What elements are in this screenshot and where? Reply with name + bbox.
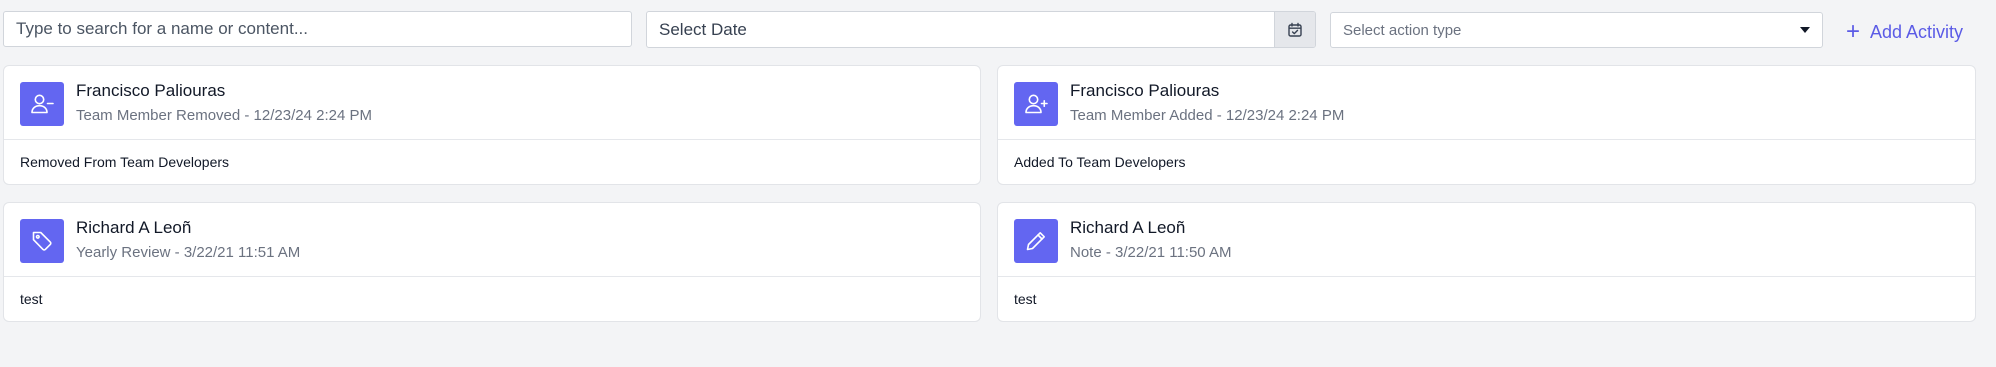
add-activity-button[interactable]: + Add Activity — [1846, 20, 1963, 44]
search-input[interactable] — [4, 12, 631, 46]
activity-body: Removed From Team Developers — [20, 154, 230, 170]
pencil-icon — [1014, 219, 1058, 263]
actor-name: Francisco Paliouras — [76, 81, 226, 100]
user-minus-icon — [20, 82, 64, 126]
activity-card: Francisco Paliouras Team Member Removed … — [3, 65, 981, 185]
actor-name: Richard A Leoñ — [76, 218, 192, 237]
activity-card-header: Richard A Leoñ Yearly Review - 3/22/21 1… — [4, 203, 980, 277]
user-plus-icon — [1014, 82, 1058, 126]
activity-card: Francisco Paliouras Team Member Added - … — [997, 65, 1976, 185]
action-type-placeholder: Select action type — [1343, 21, 1462, 39]
calendar-check-icon — [1288, 22, 1302, 37]
activity-meta: Team Member Added - 12/23/24 2:24 PM — [1070, 107, 1345, 124]
filter-bar: Select action type + Add Activity — [0, 0, 1996, 60]
activity-card-header: Francisco Paliouras Team Member Removed … — [4, 66, 980, 140]
activity-meta: Yearly Review - 3/22/21 11:51 AM — [76, 244, 301, 261]
activity-card: Richard A Leoñ Yearly Review - 3/22/21 1… — [3, 202, 981, 322]
search-box — [3, 11, 632, 47]
date-picker — [646, 11, 1316, 48]
activity-card: Richard A Leoñ Note - 3/22/21 11:50 AM t… — [997, 202, 1976, 322]
plus-icon: + — [1846, 18, 1861, 45]
activity-body: test — [20, 291, 43, 307]
actor-name: Francisco Paliouras — [1070, 81, 1220, 100]
date-input[interactable] — [647, 12, 1274, 47]
add-activity-label: Add Activity — [1870, 21, 1964, 42]
activity-body: test — [1014, 291, 1037, 307]
activity-card-header: Richard A Leoñ Note - 3/22/21 11:50 AM — [998, 203, 1975, 277]
caret-down-icon — [1800, 27, 1810, 33]
calendar-button[interactable] — [1274, 12, 1315, 47]
tag-icon — [20, 219, 64, 263]
action-type-select[interactable]: Select action type — [1330, 12, 1823, 48]
actor-name: Richard A Leoñ — [1070, 218, 1186, 237]
activity-body: Added To Team Developers — [1014, 154, 1186, 170]
activity-card-header: Francisco Paliouras Team Member Added - … — [998, 66, 1975, 140]
activity-meta: Team Member Removed - 12/23/24 2:24 PM — [76, 107, 372, 124]
activity-meta: Note - 3/22/21 11:50 AM — [1070, 244, 1232, 261]
